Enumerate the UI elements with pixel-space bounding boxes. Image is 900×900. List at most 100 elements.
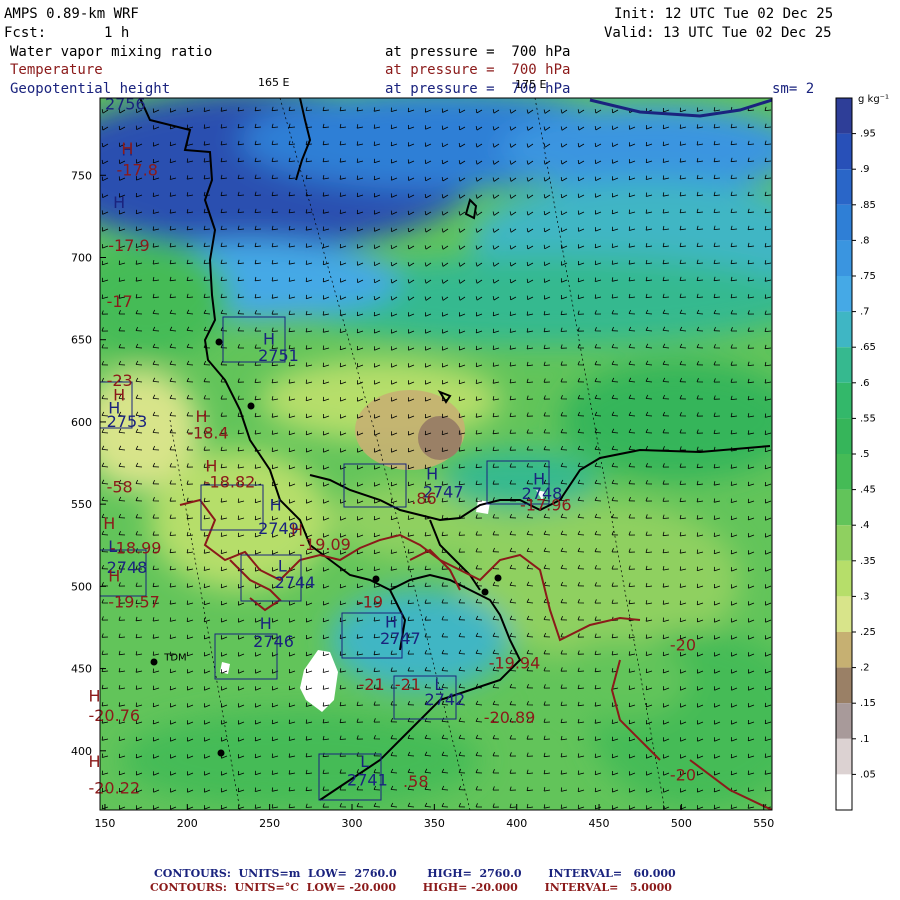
footer-temperature-contours: CONTOURS: UNITS=°C LOW= -20.000 HIGH= -2… [150, 881, 672, 894]
colorbar-label: .5 [860, 449, 870, 460]
temps-label: .86 [411, 489, 436, 508]
colorbar-label: .45 [860, 485, 876, 496]
temps-label: H [103, 514, 115, 533]
colorbar-label: .8 [860, 235, 870, 246]
temps-label: -19.09 [299, 535, 351, 554]
colorbar-label: .9 [860, 164, 870, 175]
colorbar-unit: g kg⁻¹ [858, 94, 889, 105]
longitude-175-label: 175 E [515, 78, 547, 91]
x-tick-label: 400 [506, 817, 527, 830]
x-tick-label: 250 [259, 817, 280, 830]
colorbar: .95 .9 .85 .8 .75 .7 .65 .6 .55 .5 .45 .4 .35 .3 .25 .2… [835, 97, 876, 811]
colorbar-label: .65 [860, 342, 876, 353]
colorbar-label: .95 [860, 129, 876, 140]
temps-label: H [291, 520, 303, 539]
temps-label: -18.99 [110, 538, 162, 557]
colorbar-swatch [836, 204, 852, 241]
temps-label: -18.82 [204, 473, 256, 492]
level-temperature: at pressure = 700 hPa [385, 62, 571, 78]
x-tick-label: 550 [753, 817, 774, 830]
colorbar-swatch [836, 667, 852, 704]
footer-height-contours: CONTOURS: UNITS=m LOW= 2760.0 HIGH= 2760… [154, 867, 676, 880]
colorbar-swatch [836, 560, 852, 597]
x-tick-label: 300 [342, 817, 363, 830]
x-tick-label: 350 [424, 817, 445, 830]
colorbar-swatch [836, 276, 852, 312]
heights-label: L [360, 752, 369, 771]
temps-label: -17.8 [116, 160, 157, 179]
colorbar-swatch [836, 240, 852, 276]
colorbar-swatch [836, 418, 852, 454]
colorbar-swatch [836, 382, 852, 419]
heights-label: 2746 [253, 632, 294, 651]
temps-label: -19.94 [489, 654, 541, 673]
heights-label: 2751 [258, 346, 299, 365]
colorbar-label: .55 [860, 413, 876, 424]
colorbar-swatch [836, 454, 852, 490]
colorbar-swatch [836, 133, 852, 170]
y-tick-label: 550 [71, 498, 92, 511]
x-tick-label: 200 [177, 817, 198, 830]
colorbar-label: .2 [860, 663, 870, 674]
colorbar-label: .75 [860, 271, 876, 282]
temps-label: -19.57 [108, 593, 160, 612]
colorbar-swatch [836, 703, 852, 739]
colorbar-label: .7 [860, 307, 870, 318]
y-tick-label: 400 [71, 745, 92, 758]
colorbar-swatch [836, 98, 852, 134]
y-tick-label: 600 [71, 416, 92, 429]
colorbar-label: .85 [860, 200, 876, 211]
temps-label: -19 [357, 593, 383, 612]
temps-label: -21 [395, 675, 421, 694]
forecast-map: 2756HHH2751H2753H2747H2749H2748L2748 L274… [71, 95, 876, 830]
temps-label: -17 [107, 292, 133, 311]
temps-label: -20.76 [88, 706, 140, 725]
heights-label: 2744 [275, 573, 316, 592]
colorbar-swatch [836, 632, 852, 668]
y-tick-label: 650 [71, 334, 92, 347]
field-moisture: Water vapor mixing ratio [10, 44, 213, 60]
y-tick-label: 750 [71, 169, 92, 182]
temps-label: H [88, 686, 100, 705]
colorbar-swatch [836, 489, 852, 526]
model-name: AMPS 0.89-km WRF [4, 6, 139, 22]
temps-label: -17.9 [108, 236, 149, 255]
colorbar-label: .4 [860, 520, 870, 531]
temps-label: -21 [359, 675, 385, 694]
colorbar-label: .25 [860, 627, 876, 638]
colorbar-label: .35 [860, 556, 876, 567]
x-tick-label: 450 [589, 817, 610, 830]
init-time: Init: 12 UTC Tue 02 Dec 25 [614, 6, 834, 22]
colorbar-swatch [836, 169, 852, 205]
y-tick-label: 500 [71, 580, 92, 593]
heights-label: 2753 [107, 412, 148, 431]
temps-label: .58 [403, 772, 428, 791]
colorbar-swatch [836, 347, 852, 383]
temps-label: -20 [670, 765, 696, 784]
y-tick-label: 700 [71, 252, 92, 265]
station-labels: TDM [163, 652, 186, 663]
temps-label: -20.89 [484, 708, 536, 727]
heights-label: 2747 [380, 629, 421, 648]
heights-label: H [426, 464, 438, 483]
level-moisture: at pressure = 700 hPa [385, 44, 571, 60]
smoothing-label: sm= 2 [772, 81, 815, 97]
y-tick-label: 450 [71, 663, 92, 676]
colorbar-swatch [836, 774, 852, 810]
valid-time: Valid: 13 UTC Tue 02 Dec 25 [604, 25, 832, 41]
longitude-165-label: 165 E [258, 76, 290, 89]
colorbar-label: .1 [860, 734, 870, 745]
temps-label: -20 [670, 635, 696, 654]
temps-label: -20.22 [88, 779, 140, 798]
colorbar-label: .05 [860, 769, 876, 780]
temps-label: H [108, 566, 120, 585]
temps-label: H [113, 386, 125, 405]
x-tick-label: 150 [94, 817, 115, 830]
x-tick-label: 500 [671, 817, 692, 830]
station-label: TDM [163, 652, 186, 663]
field-temperature: Temperature [10, 62, 103, 78]
temps-label: -18.4 [187, 423, 228, 442]
heights-label: 2742 [424, 690, 465, 709]
temps-label: H [121, 139, 133, 158]
heights-label: H [260, 614, 272, 633]
